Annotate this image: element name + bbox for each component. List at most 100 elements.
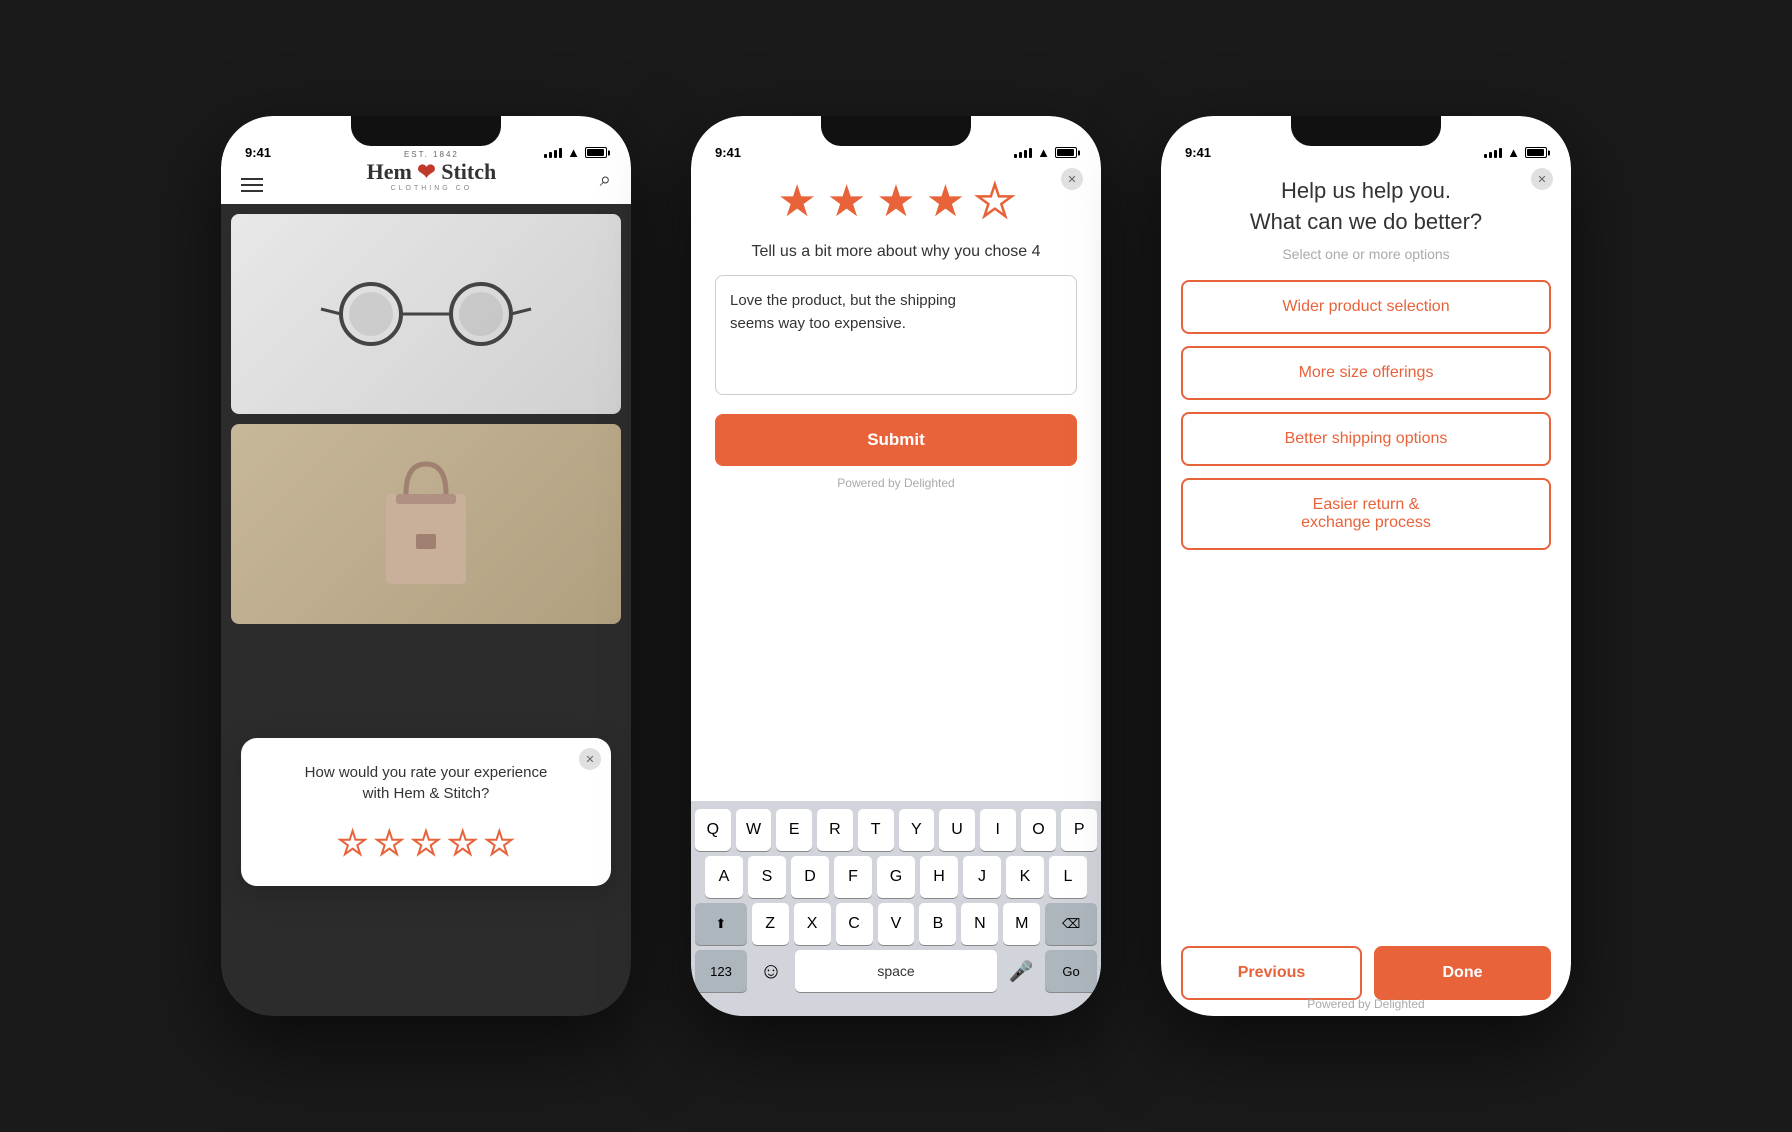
bag-svg <box>366 454 486 594</box>
key-go[interactable]: Go <box>1045 950 1097 992</box>
key-c[interactable]: C <box>836 903 873 945</box>
review-modal-area: ★ ★ ★ ★ ★ Tell us a bit more about why y… <box>691 116 1101 490</box>
previous-button[interactable]: Previous <box>1181 946 1362 1000</box>
key-shift[interactable]: ⬆ <box>695 903 747 945</box>
notch-2 <box>821 116 971 146</box>
battery-icon-3 <box>1525 147 1547 158</box>
search-icon[interactable]: ⌕ <box>600 169 611 192</box>
key-q[interactable]: Q <box>695 809 731 851</box>
signal-icon <box>544 148 562 158</box>
time-2: 9:41 <box>715 145 741 160</box>
star-rating[interactable]: ★ ★ ★ ★ ★ <box>265 824 587 862</box>
close-button-1[interactable]: ✕ <box>579 748 601 770</box>
star-3[interactable]: ★ <box>412 824 441 862</box>
wifi-icon-2: ▲ <box>1037 145 1050 160</box>
home-indicator-2 <box>695 992 1097 1012</box>
key-delete[interactable]: ⌫ <box>1045 903 1097 945</box>
wifi-icon-3: ▲ <box>1507 145 1520 160</box>
key-r[interactable]: R <box>817 809 853 851</box>
options-subtitle: Select one or more options <box>1181 246 1551 262</box>
signal-icon-2 <box>1014 148 1032 158</box>
key-s[interactable]: S <box>748 856 786 898</box>
review-question: Tell us a bit more about why you chose 4 <box>715 243 1077 261</box>
modal-question: How would you rate your experience with … <box>265 762 587 804</box>
close-button-3[interactable]: ✕ <box>1531 168 1553 190</box>
star-5[interactable]: ★ <box>485 824 514 862</box>
bag-image <box>231 424 621 624</box>
battery-icon <box>585 147 607 158</box>
star-1[interactable]: ★ <box>338 824 367 862</box>
option-more-size[interactable]: More size offerings <box>1181 346 1551 400</box>
key-d[interactable]: D <box>791 856 829 898</box>
key-z[interactable]: Z <box>752 903 789 945</box>
brand-sub: CLOTHING CO <box>367 185 497 192</box>
option-easier-return[interactable]: Easier return &exchange process <box>1181 478 1551 550</box>
rating-modal: ✕ How would you rate your experience wit… <box>241 738 611 886</box>
key-j[interactable]: J <box>963 856 1001 898</box>
phone-3: 9:41 ▲ ✕ Help us help you. What can we d… <box>1161 116 1571 1016</box>
star-4[interactable]: ★ <box>448 824 477 862</box>
key-k[interactable]: K <box>1006 856 1044 898</box>
time-3: 9:41 <box>1185 145 1211 160</box>
key-x[interactable]: X <box>794 903 831 945</box>
star-2[interactable]: ★ <box>375 824 404 862</box>
key-w[interactable]: W <box>736 809 772 851</box>
phone1-content <box>221 204 631 634</box>
key-v[interactable]: V <box>878 903 915 945</box>
wifi-icon: ▲ <box>567 145 580 160</box>
kb-row-4: 123 ☺ space 🎤 Go <box>695 950 1097 992</box>
key-u[interactable]: U <box>939 809 975 851</box>
notch-3 <box>1291 116 1441 146</box>
submit-button[interactable]: Submit <box>715 414 1077 466</box>
key-y[interactable]: Y <box>899 809 935 851</box>
options-area: Help us help you. What can we do better?… <box>1161 116 1571 916</box>
big-star-4[interactable]: ★ <box>926 176 965 227</box>
notch-1 <box>351 116 501 146</box>
status-icons-2: ▲ <box>1014 145 1077 160</box>
time-1: 9:41 <box>245 145 271 160</box>
key-b[interactable]: B <box>919 903 956 945</box>
key-123[interactable]: 123 <box>695 950 747 992</box>
key-a[interactable]: A <box>705 856 743 898</box>
signal-icon-3 <box>1484 148 1502 158</box>
option-wider-product[interactable]: Wider product selection <box>1181 280 1551 334</box>
key-l[interactable]: L <box>1049 856 1087 898</box>
close-button-2[interactable]: ✕ <box>1061 168 1083 190</box>
key-m[interactable]: M <box>1003 903 1040 945</box>
glasses-svg <box>316 274 536 354</box>
option-better-shipping[interactable]: Better shipping options <box>1181 412 1551 466</box>
review-textarea[interactable]: Love the product, but the shipping seems… <box>715 275 1077 395</box>
key-p[interactable]: P <box>1061 809 1097 851</box>
big-star-5[interactable]: ★ <box>975 176 1014 227</box>
status-icons-1: ▲ <box>544 145 607 160</box>
key-n[interactable]: N <box>961 903 998 945</box>
kb-row-2: A S D F G H J K L <box>695 856 1097 898</box>
key-i[interactable]: I <box>980 809 1016 851</box>
options-title: Help us help you. What can we do better? <box>1181 176 1551 238</box>
kb-row-3: ⬆ Z X C V B N M ⌫ <box>695 903 1097 945</box>
powered-by-2: Powered by Delighted <box>715 476 1077 490</box>
done-button[interactable]: Done <box>1374 946 1551 1000</box>
key-mic[interactable]: 🎤 <box>1002 950 1040 992</box>
big-star-2[interactable]: ★ <box>827 176 866 227</box>
status-icons-3: ▲ <box>1484 145 1547 160</box>
key-g[interactable]: G <box>877 856 915 898</box>
key-f[interactable]: F <box>834 856 872 898</box>
phone-2: 9:41 ▲ ✕ ★ ★ ★ ★ ★ <box>691 116 1101 1016</box>
star-rating-2[interactable]: ★ ★ ★ ★ ★ <box>715 176 1077 227</box>
powered-by-3: Powered by Delighted <box>1161 997 1571 1011</box>
battery-icon-2 <box>1055 147 1077 158</box>
key-space[interactable]: space <box>795 950 997 992</box>
key-t[interactable]: T <box>858 809 894 851</box>
hamburger-menu[interactable] <box>241 178 263 192</box>
big-star-3[interactable]: ★ <box>876 176 915 227</box>
key-e[interactable]: E <box>776 809 812 851</box>
big-star-1[interactable]: ★ <box>777 176 816 227</box>
key-h[interactable]: H <box>920 856 958 898</box>
keyboard: Q W E R T Y U I O P A S D F G H <box>691 801 1101 1016</box>
glasses-image <box>231 214 621 414</box>
key-o[interactable]: O <box>1021 809 1057 851</box>
key-emoji[interactable]: ☺ <box>752 950 790 992</box>
kb-row-1: Q W E R T Y U I O P <box>695 809 1097 851</box>
phone-1: 9:41 ▲ EST. 1842 Hem ❤ Sti <box>221 116 631 1016</box>
